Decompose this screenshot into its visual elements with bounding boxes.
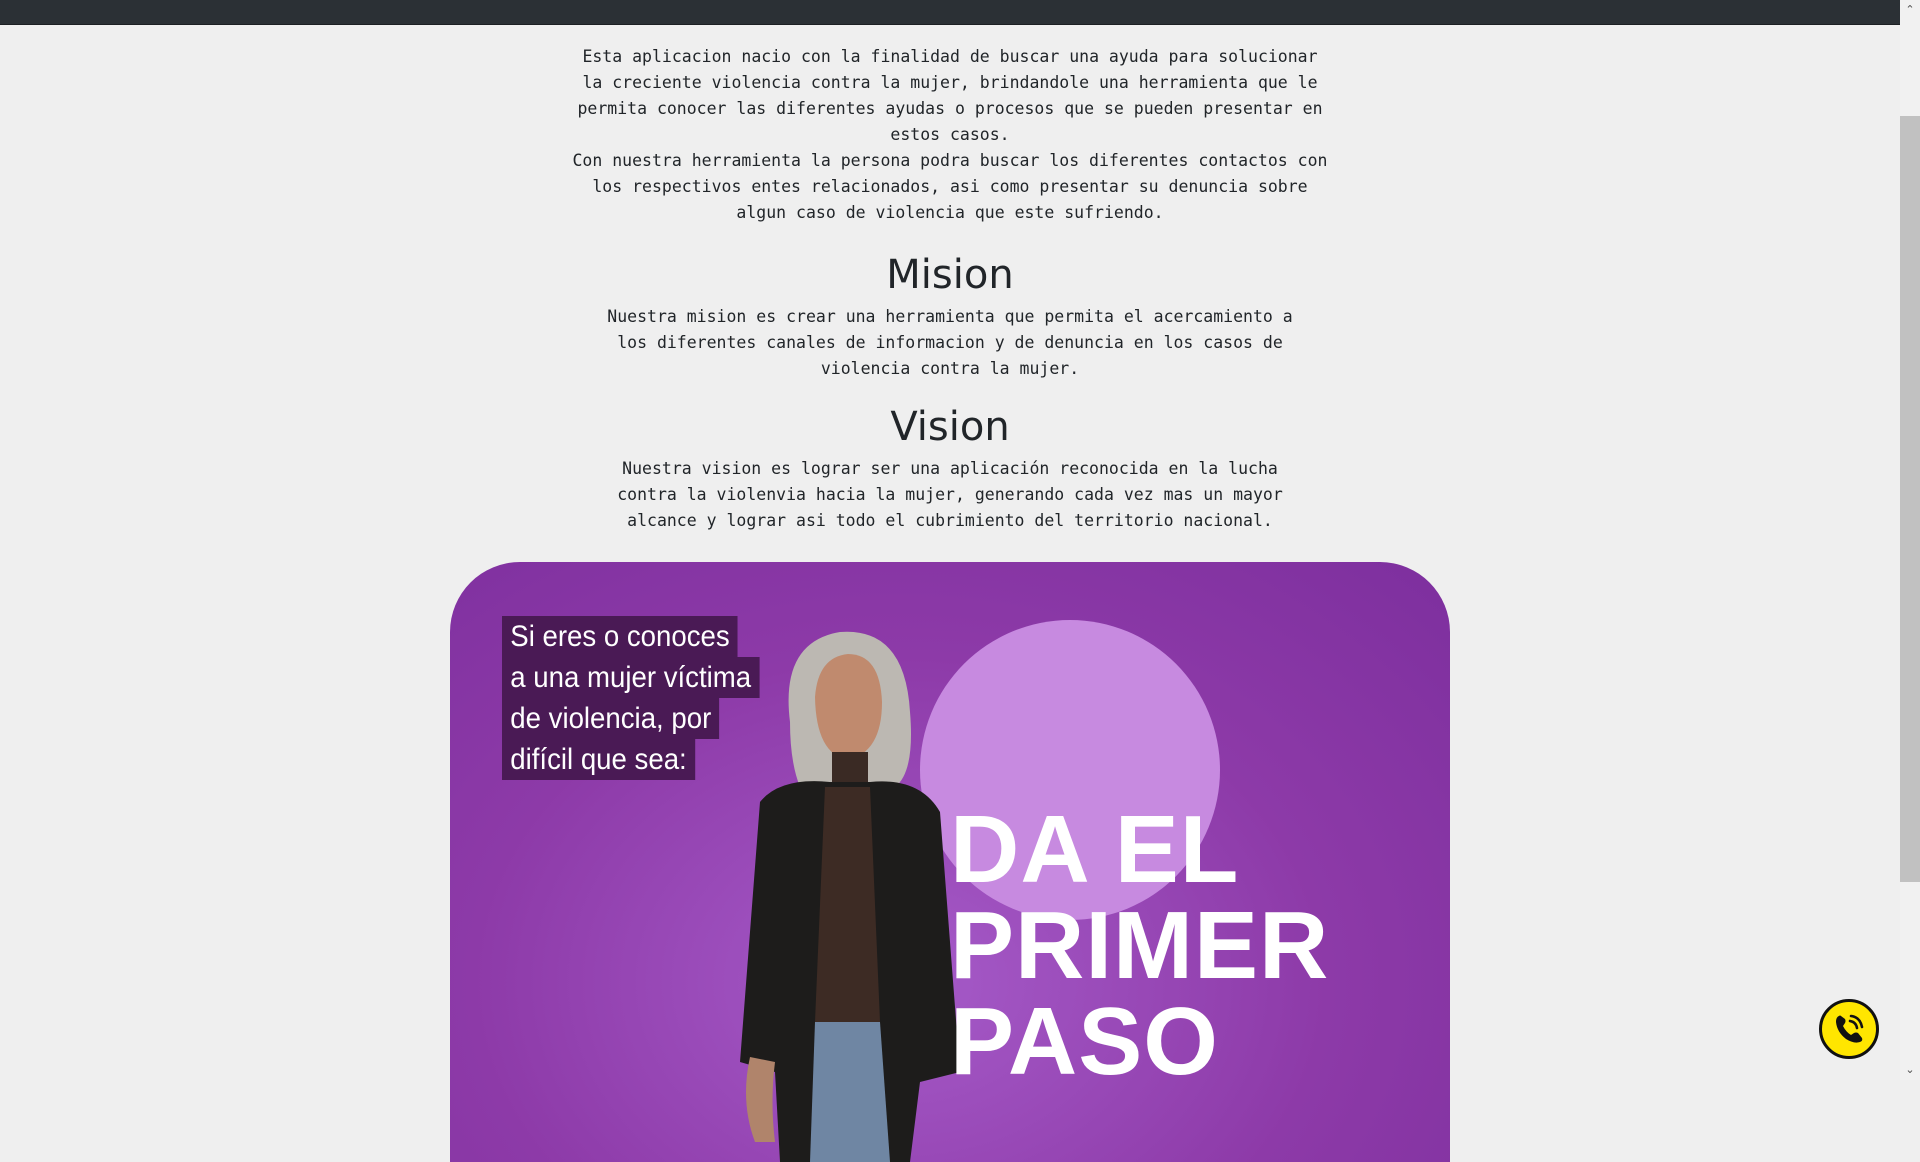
phone-call-icon (1836, 1014, 1864, 1043)
intro-paragraph-1: Esta aplicacion nacio con la finalidad d… (577, 47, 1323, 144)
about-section: Esta aplicacion nacio con la finalidad d… (0, 24, 1900, 534)
banner-intro-line: de violencia, por (502, 698, 720, 739)
banner-intro-text: Si eres o conoces a una mujer víctima de… (502, 616, 782, 780)
banner-intro-line: difícil que sea: (502, 739, 695, 780)
top-navbar (0, 0, 1900, 25)
banner-intro-line: Si eres o conoces (502, 616, 738, 657)
campaign-banner: Si eres o conoces a una mujer víctima de… (450, 562, 1450, 1162)
headline-line: PRIMER (950, 892, 1330, 999)
banner-headline: DA EL PRIMER PASO (950, 802, 1329, 1090)
mision-text: Nuestra mision es crear una herramienta … (607, 307, 1293, 378)
vision-text: Nuestra vision es lograr ser una aplicac… (617, 459, 1283, 530)
page-scrollbar[interactable]: ⌃ ⌄ (1900, 0, 1920, 1080)
chevron-up-icon[interactable]: ⌃ (1900, 0, 1920, 20)
mision-heading: Mision (886, 252, 1014, 298)
emergency-call-button[interactable] (1819, 999, 1879, 1059)
banner-intro-line: a una mujer víctima (502, 657, 760, 698)
headline-line: PASO (950, 988, 1219, 1095)
intro-paragraph-2: Con nuestra herramienta la persona podra… (572, 151, 1328, 222)
scrollbar-thumb[interactable] (1900, 116, 1920, 882)
headline-line: DA EL (950, 796, 1240, 903)
vision-heading: Vision (890, 404, 1010, 450)
chevron-down-icon[interactable]: ⌄ (1900, 1060, 1920, 1080)
